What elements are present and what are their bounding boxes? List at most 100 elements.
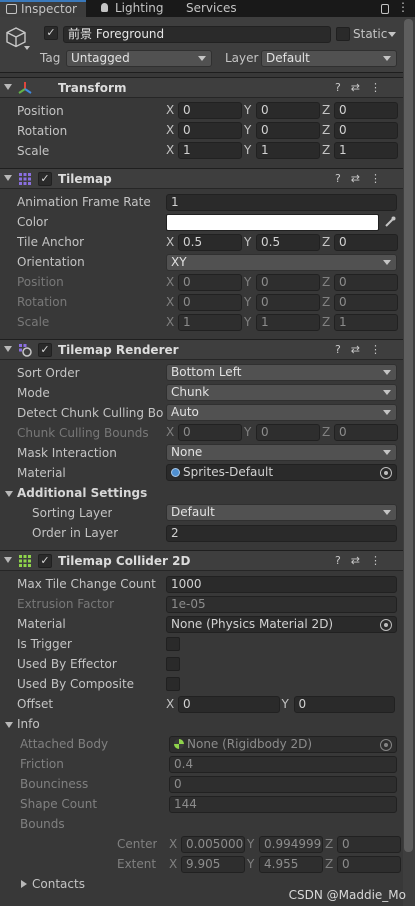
lock-icon[interactable]: [381, 4, 389, 14]
collider-offset-y-input[interactable]: 0: [293, 696, 395, 713]
help-icon[interactable]: ?: [335, 554, 351, 567]
help-icon[interactable]: ?: [335, 343, 351, 356]
material-field[interactable]: Sprites-Default: [166, 464, 397, 481]
is-trigger-checkbox[interactable]: [166, 637, 180, 651]
component-header-buttons[interactable]: ?⇄⋮: [335, 81, 391, 94]
static-label: Static: [353, 27, 388, 41]
tilemap-renderer-icon: [19, 344, 32, 357]
transform-position-y-input[interactable]: 0: [256, 102, 320, 119]
transform-scale-z-input[interactable]: 1: [334, 142, 398, 159]
tilemap-anchor-y-input[interactable]: 0.5: [256, 234, 320, 251]
additional-settings-foldout-icon[interactable]: [5, 491, 13, 497]
preset-icon[interactable]: ⇄: [351, 172, 370, 185]
mode-dropdown[interactable]: Chunk: [166, 384, 397, 401]
tab-lighting[interactable]: Lighting: [98, 0, 168, 17]
collider-enabled-checkbox[interactable]: ✓: [38, 554, 52, 568]
tab-services[interactable]: Services: [186, 0, 246, 17]
culling-dropdown[interactable]: Auto: [166, 404, 397, 421]
contacts-label[interactable]: Contacts: [32, 877, 85, 891]
mask-dropdown[interactable]: None: [166, 444, 397, 461]
lightbulb-icon: [101, 3, 108, 12]
tab-inspector[interactable]: Inspector: [0, 0, 86, 17]
transform-header[interactable]: Transform ?⇄⋮: [0, 77, 403, 98]
transform-rotation-z-input[interactable]: 0: [334, 122, 398, 139]
sorting-layer-dropdown[interactable]: Default: [166, 504, 397, 521]
contacts-foldout-icon[interactable]: [21, 880, 27, 888]
tag-dropdown[interactable]: Untagged: [66, 50, 212, 67]
static-checkbox[interactable]: [336, 27, 350, 41]
collider-center-z-input: 0: [337, 836, 401, 853]
transform-scale-y-input[interactable]: 1: [256, 142, 320, 159]
preset-icon[interactable]: ⇄: [351, 343, 370, 356]
transform-position-z-input[interactable]: 0: [334, 102, 398, 119]
kebab-icon[interactable]: ⋮: [370, 172, 391, 185]
orientation-value: XY: [171, 255, 187, 269]
foldout-arrow-icon[interactable]: [4, 557, 12, 563]
active-checkbox[interactable]: ✓: [44, 26, 58, 40]
object-picker-icon[interactable]: [380, 467, 392, 479]
used-by-effector-checkbox[interactable]: [166, 657, 180, 671]
sorting-layer-label: Sorting Layer: [32, 506, 113, 520]
max-tile-input[interactable]: 1000: [166, 576, 397, 593]
help-icon[interactable]: ?: [335, 172, 351, 185]
tilemap-rotation-x-input: 0: [178, 294, 242, 311]
collider-center-y-axis-label: Y: [247, 837, 255, 851]
transform-title: Transform: [58, 81, 127, 95]
transform-rotation-x-input[interactable]: 0: [178, 122, 242, 139]
chevron-down-icon[interactable]: [24, 46, 30, 50]
foldout-arrow-icon[interactable]: [4, 175, 12, 181]
material-label: Material: [17, 466, 66, 480]
tilemap-header[interactable]: ✓ Tilemap ?⇄⋮: [0, 168, 403, 189]
info-label[interactable]: Info: [17, 717, 40, 731]
collider-extent-z-axis-label: Z: [325, 857, 334, 871]
collider-offset-x-input[interactable]: 0: [178, 696, 280, 713]
bounciness-value: 0: [174, 777, 182, 791]
layer-dropdown[interactable]: Default: [261, 50, 397, 67]
help-icon[interactable]: ?: [335, 81, 351, 94]
static-dropdown-arrow[interactable]: [388, 32, 396, 37]
scrollbar-thumb[interactable]: [404, 19, 413, 852]
eyedropper-icon[interactable]: [383, 215, 397, 229]
used-by-composite-checkbox[interactable]: [166, 677, 180, 691]
tilemap-anchor-x-input[interactable]: 0.5: [178, 234, 242, 251]
component-header-buttons[interactable]: ?⇄⋮: [335, 172, 391, 185]
collider-material-field[interactable]: None (Physics Material 2D): [166, 616, 397, 633]
tilemap-renderer-header[interactable]: ✓ Tilemap Renderer ?⇄⋮: [0, 339, 403, 360]
tilemap-enabled-checkbox[interactable]: ✓: [38, 172, 52, 186]
component-header-buttons[interactable]: ?⇄⋮: [335, 554, 391, 567]
foldout-arrow-icon[interactable]: [4, 84, 12, 90]
tilemap-rotation-z-input: 0: [334, 294, 398, 311]
sort-order-dropdown[interactable]: Bottom Left: [166, 364, 397, 381]
tilemap-anchor-z-input[interactable]: 0: [334, 234, 398, 251]
sort-order-label: Sort Order: [17, 366, 80, 380]
max-tile-value: 1000: [171, 577, 202, 591]
anim-rate-input[interactable]: 1: [166, 194, 397, 211]
order-input[interactable]: 2: [166, 525, 397, 542]
transform-position-x-input[interactable]: 0: [178, 102, 242, 119]
attached-body-field: None (Rigidbody 2D): [169, 736, 397, 753]
component-header-buttons[interactable]: ?⇄⋮: [335, 343, 391, 356]
order-label: Order in Layer: [32, 526, 119, 540]
menu-icon[interactable]: ⋮: [397, 0, 409, 14]
tilemap-rotation-x-axis-label: X: [166, 295, 175, 309]
orientation-dropdown[interactable]: XY: [166, 254, 397, 271]
kebab-icon[interactable]: ⋮: [370, 554, 391, 567]
renderer-bounds-z-input: 0: [334, 424, 398, 441]
kebab-icon[interactable]: ⋮: [370, 81, 391, 94]
foldout-arrow-icon[interactable]: [4, 346, 12, 352]
preset-icon[interactable]: ⇄: [351, 81, 370, 94]
info-foldout-icon[interactable]: [5, 722, 13, 728]
object-picker-icon[interactable]: [380, 619, 392, 631]
transform-scale-x-input[interactable]: 1: [178, 142, 242, 159]
color-swatch[interactable]: [166, 214, 379, 231]
preset-icon[interactable]: ⇄: [351, 554, 370, 567]
tilemap-position-z-axis-label: Z: [322, 275, 331, 289]
gameobject-name-input[interactable]: 前景 Foreground: [63, 26, 331, 43]
renderer-enabled-checkbox[interactable]: ✓: [38, 343, 52, 357]
additional-settings-label[interactable]: Additional Settings: [17, 486, 147, 500]
transform-scale-y-axis-label: Y: [244, 143, 252, 157]
order-value: 2: [171, 526, 179, 540]
kebab-icon[interactable]: ⋮: [370, 343, 391, 356]
transform-rotation-y-input[interactable]: 0: [256, 122, 320, 139]
tilemap-collider-header[interactable]: ✓ Tilemap Collider 2D ?⇄⋮: [0, 550, 403, 571]
